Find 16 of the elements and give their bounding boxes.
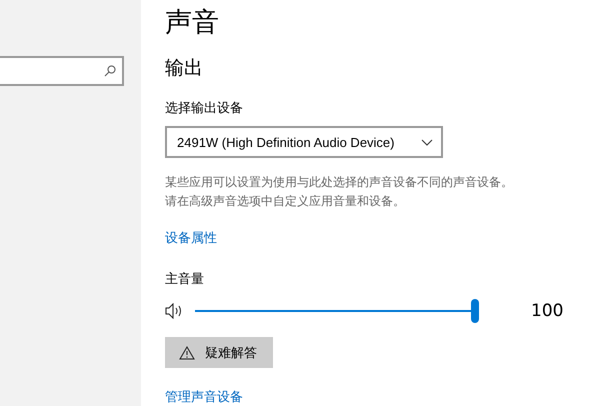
- field-label: 选择输出设备: [165, 100, 243, 118]
- device-dropdown[interactable]: 2491W (High Definition Audio Device): [165, 126, 443, 158]
- section-heading: 输出: [165, 56, 203, 80]
- page-title: 声音: [165, 6, 219, 40]
- slider-thumb[interactable]: [471, 299, 479, 323]
- warning-icon: [179, 346, 195, 360]
- description-text: 请在高级声音选项中自定义应用音量和设备。: [165, 193, 406, 210]
- search-field[interactable]: [0, 56, 124, 86]
- volume-label: 主音量: [165, 271, 204, 289]
- volume-reading: 100: [531, 301, 564, 321]
- search-icon: [104, 65, 116, 77]
- manage-devices-link[interactable]: 管理声音设备: [165, 390, 243, 405]
- description-text: 某些应用可以设置为使用与此处选择的声音设备不同的声音设备。: [165, 174, 513, 191]
- troubleshoot-button[interactable]: 疑难解答: [165, 337, 273, 368]
- chevron-down-icon: [421, 138, 433, 146]
- device-properties-link[interactable]: 设备属性: [165, 231, 217, 246]
